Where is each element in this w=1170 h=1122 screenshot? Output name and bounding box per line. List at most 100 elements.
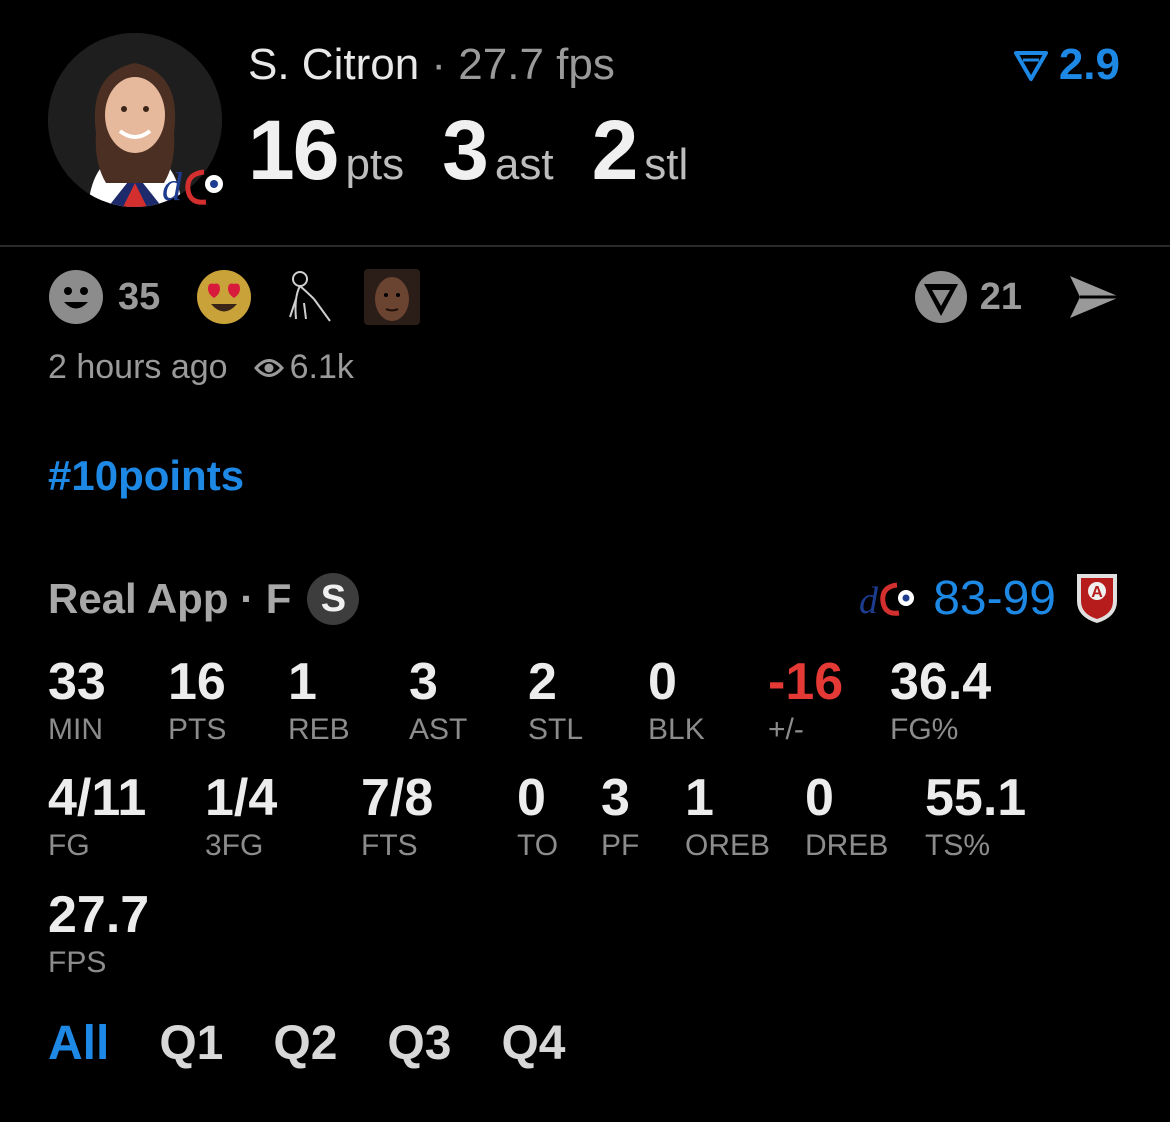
stat-label: TS%	[925, 829, 991, 862]
app-name: Real App	[48, 575, 229, 622]
mystics-logo-icon: d	[162, 164, 223, 209]
s-badge[interactable]: S	[307, 573, 360, 625]
stat-3fg: 1/4 3FG	[205, 770, 277, 864]
old-man-cane-icon	[289, 271, 332, 322]
game-separator: ·	[228, 575, 266, 622]
stat-label: FPS	[48, 946, 107, 979]
eye-icon	[253, 358, 284, 377]
stat-label: AST	[409, 713, 468, 746]
heart-eyes-emoji[interactable]	[196, 269, 252, 325]
stat-label: FG%	[890, 713, 959, 746]
stat-fg-pct: 36.4 FG%	[890, 654, 991, 748]
stat-label: +/-	[768, 713, 804, 746]
svg-text:d: d	[162, 164, 183, 209]
stat-fg: 4/11 FG	[48, 770, 146, 864]
game-source: Real App · F S	[48, 573, 360, 625]
stat-value: 1	[288, 653, 317, 711]
header-divider	[0, 245, 1170, 247]
tab-q4[interactable]: Q4	[501, 1016, 565, 1071]
player-face-sticker[interactable]	[364, 269, 421, 325]
stat-value: 33	[48, 653, 106, 711]
headline-stat-unit: stl	[644, 140, 689, 189]
stat-label: FG	[48, 829, 90, 862]
stat-fps: 27.7 FPS	[48, 887, 149, 981]
away-team-logo-icon: A	[1077, 574, 1117, 623]
stat-dreb: 0 DREB	[805, 770, 888, 864]
stat-blk: 0 BLK	[648, 654, 705, 748]
stat-value: 0	[648, 653, 677, 711]
headline-stat-unit: pts	[345, 140, 405, 189]
stat-pf: 3 PF	[601, 770, 639, 864]
stat-fts: 7/8 FTS	[361, 770, 433, 864]
headline-stat-value: 16	[248, 103, 339, 197]
stat-stl: 2 STL	[528, 654, 583, 748]
headline-stat-value: 3	[442, 103, 489, 197]
reactions-row: 35	[48, 268, 448, 326]
stat-label: TO	[517, 829, 559, 862]
name-separator: ·	[419, 40, 459, 89]
headline-stat-unit: ast	[494, 140, 554, 189]
player-face-icon	[364, 269, 421, 325]
stat-value: 16	[168, 653, 226, 711]
stat-label: DREB	[805, 829, 889, 862]
stat-label: STL	[528, 713, 584, 746]
stat-value: -16	[768, 653, 844, 711]
tab-q2[interactable]: Q2	[273, 1016, 337, 1071]
svg-text:A: A	[1091, 584, 1103, 601]
player-name[interactable]: S. Citron	[248, 40, 419, 89]
stat-label: OREB	[685, 829, 771, 862]
comment-count[interactable]: 21	[980, 276, 1022, 319]
team-logo-badge: d	[160, 160, 230, 210]
stat-value: 1/4	[205, 769, 278, 827]
projection-badge[interactable]: 2.9	[1013, 40, 1120, 90]
tab-q1[interactable]: Q1	[159, 1016, 223, 1071]
stat-pts: 16 PTS	[168, 654, 226, 748]
stat-plus-minus: -16 +/-	[768, 654, 843, 748]
reaction-count[interactable]: 35	[118, 276, 160, 319]
stat-label: REB	[288, 713, 350, 746]
headline-stats: 16 pts 3 ast 2 stl	[248, 102, 726, 197]
stat-label: PTS	[168, 713, 227, 746]
stat-min: 33 MIN	[48, 654, 106, 748]
period-tabs: All Q1 Q2 Q3 Q4	[48, 1016, 615, 1071]
stat-oreb: 1 OREB	[685, 770, 770, 864]
projection-arrow-icon	[1013, 51, 1048, 81]
stat-value: 0	[805, 769, 834, 827]
hashtag-link[interactable]: #10points	[48, 452, 244, 500]
stat-value: 3	[409, 653, 438, 711]
stat-value: 4/11	[48, 769, 147, 827]
headline-stat-value: 2	[591, 103, 639, 197]
old-man-cane-sticker[interactable]	[280, 269, 336, 325]
stat-label: 3FG	[205, 829, 264, 862]
stat-value: 0	[517, 769, 546, 827]
tab-all[interactable]: All	[48, 1016, 109, 1071]
stat-label: FTS	[361, 829, 418, 862]
game-score[interactable]: d 83-99 A	[859, 568, 1120, 628]
svg-text:d: d	[859, 580, 879, 621]
stat-value: 36.4	[890, 653, 992, 711]
stat-label: MIN	[48, 713, 103, 746]
post-time: 2 hours ago	[48, 348, 228, 386]
post-actions: 21	[914, 268, 1122, 326]
player-fps: 27.7 fps	[458, 40, 615, 89]
comment-logo-icon[interactable]	[914, 270, 968, 324]
heart-eyes-icon	[197, 270, 252, 324]
stat-value: 7/8	[361, 769, 434, 827]
player-name-line: S. Citron · 27.7 fps	[248, 40, 615, 90]
home-team-logo-icon: d	[859, 580, 915, 621]
smiley-icon[interactable]	[48, 269, 104, 325]
stat-ast: 3 AST	[409, 654, 467, 748]
stat-value: 2	[528, 653, 557, 711]
stat-value: 55.1	[925, 769, 1027, 827]
stat-value: 27.7	[48, 886, 150, 944]
stat-label: PF	[601, 829, 640, 862]
stat-ts-pct: 55.1 TS%	[925, 770, 1026, 864]
stat-reb: 1 REB	[288, 654, 350, 748]
post-meta: 2 hours ago 6.1k	[48, 348, 354, 387]
view-count: 6.1k	[253, 348, 354, 387]
tab-q3[interactable]: Q3	[387, 1016, 451, 1071]
view-count-value: 6.1k	[289, 348, 354, 386]
stat-label: BLK	[648, 713, 705, 746]
stat-value: 3	[601, 769, 630, 827]
send-icon[interactable]	[1068, 274, 1122, 320]
